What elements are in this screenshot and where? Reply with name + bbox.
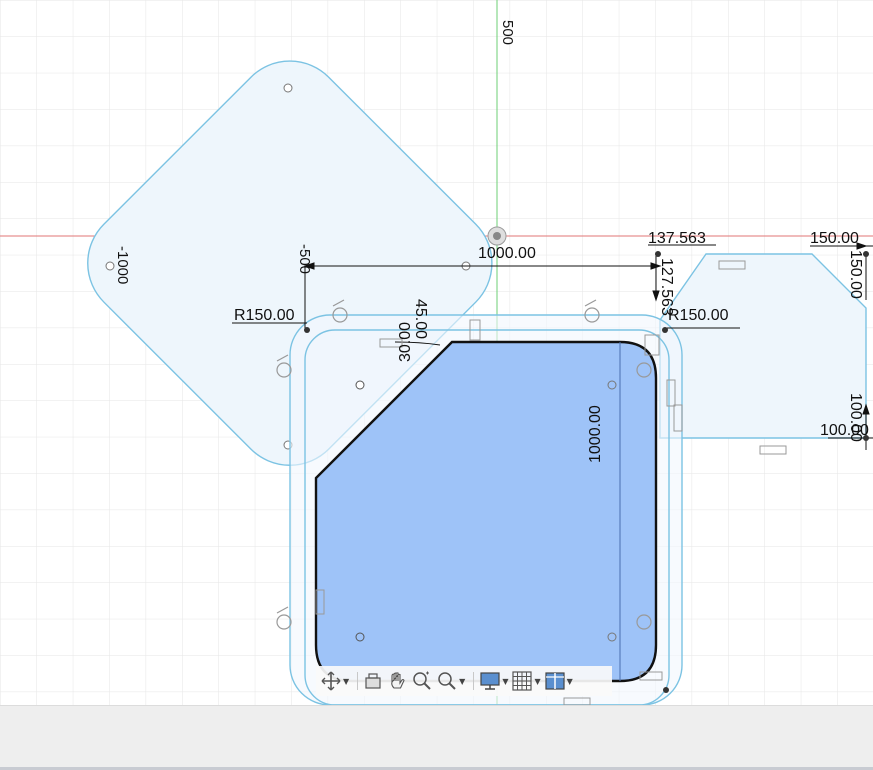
look-at-icon — [365, 673, 381, 689]
dim-text-30[interactable]: 30.00 — [397, 322, 414, 362]
dim-text-137[interactable]: 137.563 — [648, 230, 706, 247]
dim-text-150-top[interactable]: 150.00 — [810, 230, 859, 247]
sketch-point[interactable] — [355, 380, 365, 390]
sketch-point[interactable] — [283, 83, 293, 93]
dim-text-1000-v[interactable]: 1000.00 — [587, 405, 604, 463]
sketch-canvas[interactable]: 500 -500 -1000 1000.00 137.563 127.563 1… — [0, 0, 873, 705]
endpoint[interactable] — [304, 327, 310, 333]
orbit-icon — [321, 671, 341, 691]
pan-icon — [391, 672, 405, 689]
dim-text-150-right[interactable]: 150.00 — [847, 250, 864, 299]
zoom-icon — [413, 671, 431, 690]
separator — [357, 672, 359, 690]
grid-settings-button[interactable]: ▼ — [511, 668, 541, 694]
chevron-down-icon: ▼ — [343, 676, 350, 686]
dim-text-1000-h[interactable]: 1000.00 — [478, 245, 536, 262]
chevron-down-icon: ▼ — [534, 676, 541, 686]
orbit-button[interactable]: ▼ — [320, 668, 349, 694]
look-at-button[interactable] — [363, 668, 383, 694]
display-settings-icon — [480, 672, 500, 690]
navigation-toolbar: ▼ ▼ ▼ ▼ ▼ — [316, 666, 612, 696]
chevron-down-icon: ▼ — [566, 676, 573, 686]
endpoint[interactable] — [655, 251, 661, 257]
dim-text-100-v[interactable]: 100.00 — [847, 393, 864, 442]
axis-label-m1000: -1000 — [114, 246, 131, 284]
dim-text-r150-right[interactable]: R150.00 — [668, 307, 729, 324]
fit-button[interactable]: ▼ — [436, 668, 465, 694]
right-profile[interactable] — [659, 253, 867, 439]
status-bar — [0, 705, 873, 768]
viewports-button[interactable]: ▼ — [544, 668, 573, 694]
viewports-icon — [545, 672, 565, 690]
grid-settings-icon — [512, 671, 533, 691]
fit-icon — [438, 672, 456, 690]
pan-button[interactable] — [386, 668, 408, 694]
chevron-down-icon: ▼ — [502, 676, 509, 686]
axis-label-m500: -500 — [296, 244, 313, 274]
sketch-point[interactable] — [105, 261, 115, 271]
chevron-down-icon: ▼ — [459, 676, 466, 686]
zoom-button[interactable] — [411, 668, 433, 694]
endpoint[interactable] — [662, 327, 668, 333]
dim-text-r150-left[interactable]: R150.00 — [234, 307, 295, 324]
axis-label-x500: 500 — [499, 20, 516, 45]
dim-text-45[interactable]: 45.00 — [412, 299, 429, 339]
separator — [473, 672, 475, 690]
display-settings-button[interactable]: ▼ — [479, 668, 508, 694]
endpoint[interactable] — [663, 687, 669, 693]
origin-point[interactable] — [487, 226, 507, 246]
